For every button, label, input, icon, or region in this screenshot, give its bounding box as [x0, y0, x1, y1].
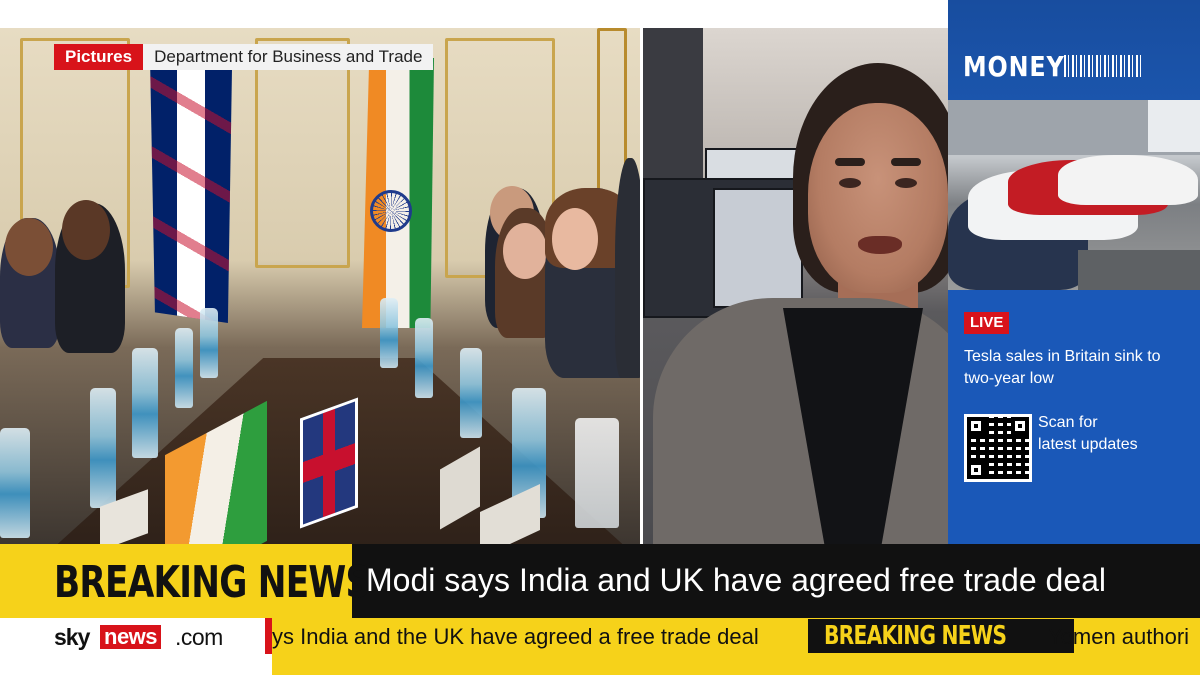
presenter-eye [839, 178, 861, 188]
table-flag-uk [300, 397, 358, 529]
qr-code-pattern [967, 417, 1029, 479]
delegate-face [62, 200, 110, 260]
delegate-face [503, 223, 547, 279]
tesla-cars-photo [948, 100, 1200, 290]
ticker-breaking-badge: BREAKING NEWS [808, 619, 1074, 653]
water-bottle [175, 328, 193, 408]
ticker-bottom-white [0, 654, 272, 675]
presenter-face [808, 103, 948, 293]
qr-finder [967, 461, 985, 479]
news-ticker: sky news .com ys India and the UK have a… [0, 618, 1200, 675]
water-bottle [200, 308, 218, 378]
water-bottle [415, 318, 433, 398]
breaking-label: BREAKING NEWS [54, 557, 370, 608]
logo-news: news [100, 625, 162, 649]
ticker-item: ys India and the UK have agreed a free t… [272, 624, 759, 649]
barcode-icon [1064, 55, 1144, 77]
water-bottle [380, 298, 398, 368]
background-person [643, 28, 703, 198]
picture-source: Department for Business and Trade [143, 44, 434, 70]
building [1148, 100, 1200, 152]
live-badge: LIVE [964, 312, 1010, 334]
union-jack-stripes [150, 58, 232, 323]
ticker-strip: ys India and the UK have agreed a free t… [272, 618, 1200, 654]
skynews-logo[interactable]: sky news .com [0, 618, 272, 654]
presenter-panel [643, 28, 948, 544]
wall-panel [255, 38, 350, 268]
delegate-face [552, 208, 598, 270]
delegate [615, 158, 640, 378]
picture-credit-tag: Pictures Department for Business and Tra… [54, 44, 434, 70]
ticker-divider [265, 618, 272, 654]
water-glass [575, 418, 619, 528]
qr-finder [1011, 417, 1029, 435]
qr-finder [967, 417, 985, 435]
car [1058, 155, 1198, 205]
pictures-label: Pictures [54, 44, 144, 70]
breaking-headline: Modi says India and UK have agreed free … [366, 562, 1107, 598]
scan-prompt: Scan for latest updates [1038, 414, 1138, 453]
presenter-eyebrow [835, 158, 865, 166]
presenter-eyebrow [891, 158, 921, 166]
ticker-item: Yemen authori [1048, 624, 1190, 649]
money-header: MONEY [948, 0, 1200, 100]
ashoka-chakra [370, 190, 412, 232]
ticker-badge-label: BREAKING NEWS [824, 621, 1007, 651]
water-bottle [132, 348, 158, 458]
logo-com: .com [175, 624, 223, 650]
qr-code-icon[interactable] [964, 414, 1032, 482]
presenter-eye [895, 178, 917, 188]
delegate-face [5, 218, 53, 276]
breaking-label-box: BREAKING NEWS [0, 544, 370, 618]
money-panel: MONEY LIVE Tesla sales in Britain sink t… [948, 0, 1200, 544]
water-bottle [0, 428, 30, 538]
water-bottle [460, 348, 482, 438]
money-title: MONEY [963, 50, 1065, 83]
money-headline: Tesla sales in Britain sink to two-year … [964, 348, 1161, 387]
pictures-panel [0, 28, 640, 544]
parking-lot [1078, 250, 1200, 290]
water-bottle [90, 388, 116, 508]
presenter-mouth [858, 236, 902, 254]
newsroom-monitor [713, 188, 803, 308]
logo-sky: sky [54, 624, 90, 650]
breaking-news-bar: BREAKING NEWS Modi says India and UK hav… [0, 544, 1200, 618]
